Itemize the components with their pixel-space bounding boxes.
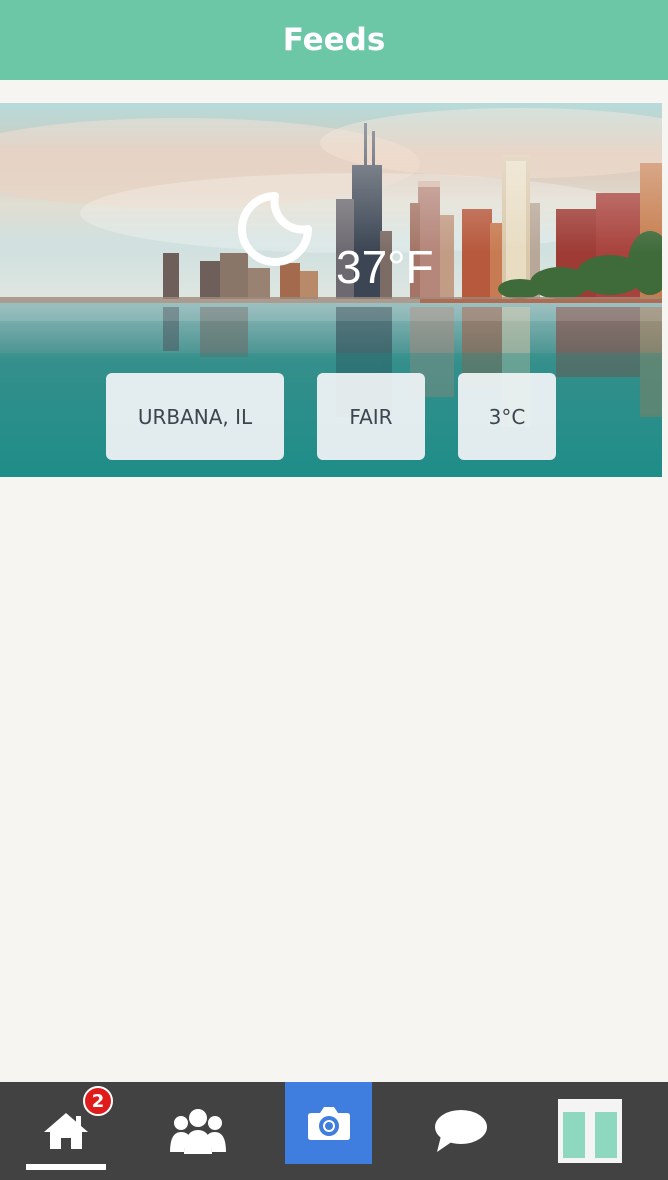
tab-groups[interactable] — [160, 1082, 236, 1180]
moon-icon — [238, 192, 312, 266]
notification-badge: 2 — [83, 1086, 113, 1116]
tab-chat[interactable] — [425, 1082, 495, 1180]
active-tab-indicator — [26, 1164, 106, 1170]
temperature-fahrenheit: 37°F — [336, 241, 434, 293]
location-label: URBANA, IL — [137, 404, 253, 429]
avatar-image — [563, 1104, 617, 1158]
tab-profile[interactable] — [556, 1082, 624, 1180]
celsius-label: 3°C — [488, 404, 526, 429]
camera-icon — [307, 1107, 350, 1140]
home-icon — [44, 1113, 88, 1149]
tab-camera[interactable] — [285, 1082, 372, 1164]
groups-icon — [170, 1109, 226, 1154]
location-chip[interactable]: URBANA, IL — [106, 373, 284, 460]
condition-label: FAIR — [349, 404, 393, 429]
top-header: Feeds — [0, 0, 668, 80]
avatar — [558, 1099, 622, 1163]
page-title: Feeds — [282, 22, 386, 58]
condition-chip[interactable]: FAIR — [317, 373, 425, 460]
chat-bubble-icon — [435, 1110, 487, 1152]
celsius-chip[interactable]: 3°C — [458, 373, 556, 460]
